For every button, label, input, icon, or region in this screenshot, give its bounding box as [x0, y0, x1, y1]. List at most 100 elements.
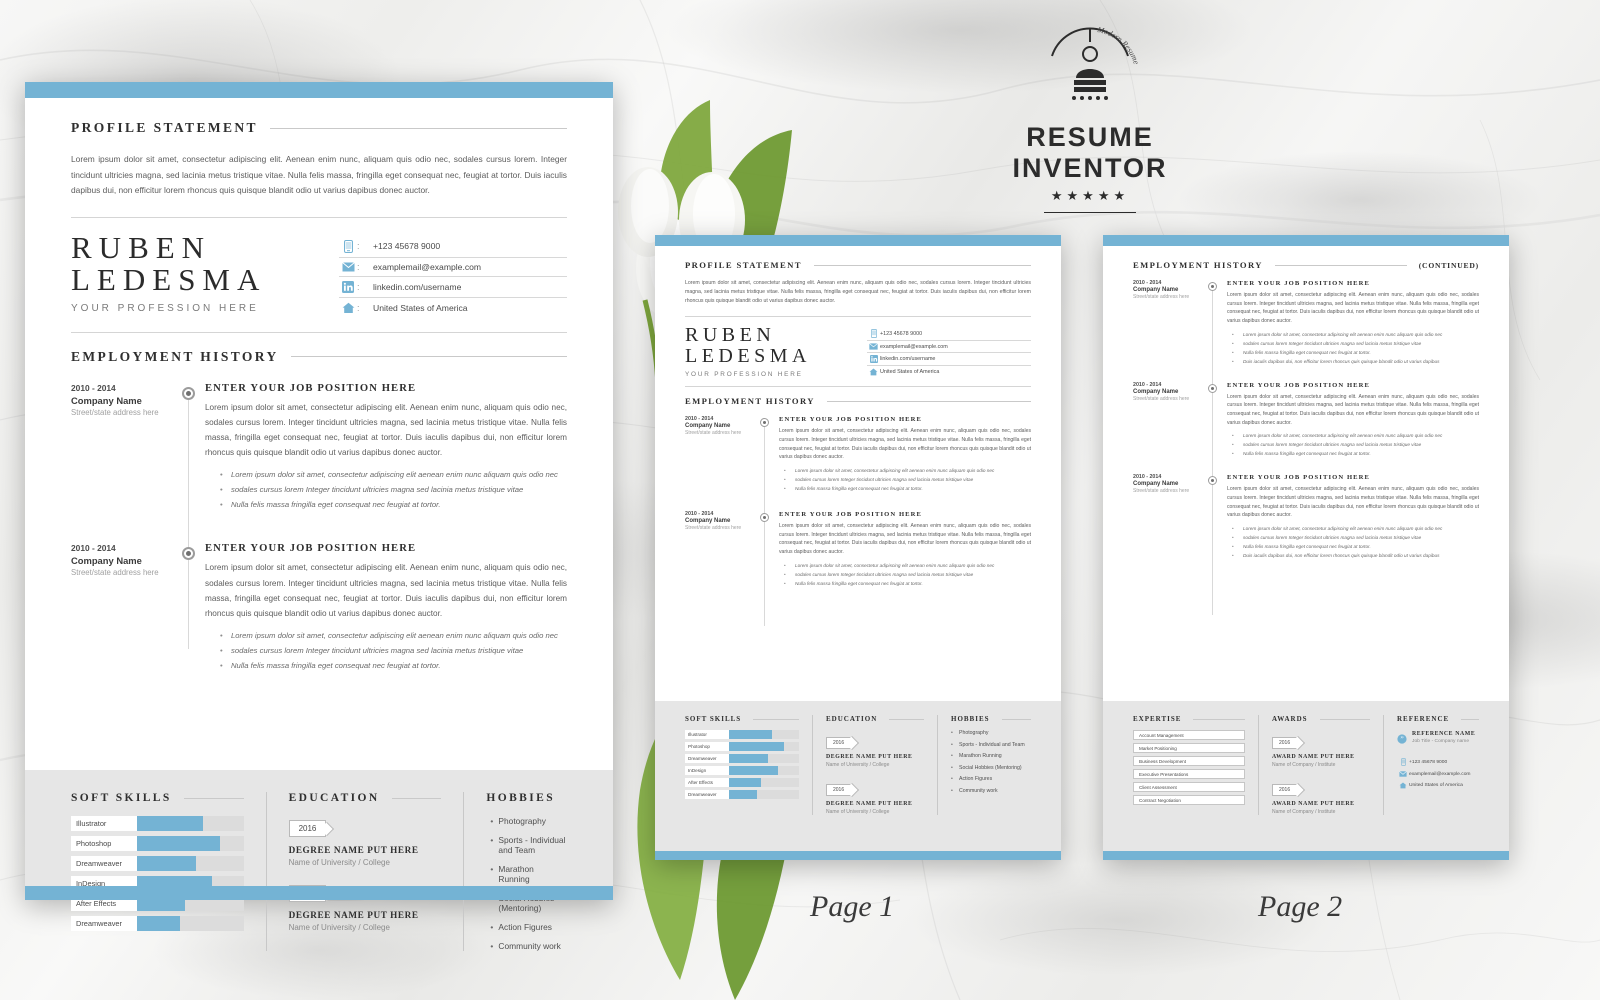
job-entry: 2010 - 2014 Company Name Street/state ad…: [1133, 474, 1479, 558]
skill-bar: [137, 836, 244, 851]
education-column: EDUCATION 2016 DEGREE NAME PUT HERE Name…: [826, 715, 924, 815]
continued-label: (CONTINUED): [1418, 260, 1479, 270]
contact-list: : +123 45678 9000 : examplemail@example.…: [339, 232, 567, 318]
award-title: AWARD NAME PUT HERE: [1272, 754, 1355, 760]
soft-skills-column: SOFT SKILLS Illustrator Photoshop Dreamw…: [685, 715, 799, 815]
skill-bar: [137, 916, 244, 931]
column-divider: [1383, 715, 1384, 815]
resume-page-1: PROFILE STATEMENT Lorem ipsum dolor sit …: [655, 235, 1061, 860]
page1-employment-title: EMPLOYMENT HISTORY: [685, 396, 815, 407]
award-year-tag: 2016: [1272, 784, 1298, 796]
page2-bottom-accent-bar: [1103, 851, 1509, 860]
page1-bottom-band: SOFT SKILLS Illustrator Photoshop Dreamw…: [655, 701, 1061, 851]
logo-stars: ★★★★★: [1050, 188, 1130, 203]
bullet-item: sodales cursus lorem Integer tincidunt u…: [1232, 442, 1479, 447]
header-rule: [269, 127, 567, 129]
skill-bar: [729, 766, 799, 775]
job-bullets: Lorem ipsum dolor sit amet, consectetur …: [784, 468, 1031, 491]
skill-name: Photoshop: [71, 836, 137, 851]
page2-content: EMPLOYMENT HISTORY (CONTINUED) 2010 - 20…: [1103, 246, 1509, 615]
job-title: ENTER YOUR JOB POSITION HERE: [1227, 280, 1371, 287]
contact-separator: :: [357, 302, 360, 313]
job-description: Lorem ipsum dolor sit amet, consectetur …: [205, 402, 567, 458]
job-bullets: Lorem ipsum dolor sit amet, consectetur …: [220, 631, 567, 670]
job-address: Street/state address here: [1133, 395, 1190, 402]
timeline-dot: [1208, 383, 1217, 393]
reference-contact-row: examplemail@example.com: [1397, 771, 1479, 777]
header-rule: [753, 718, 799, 720]
hobby-item: Marathon Running: [490, 864, 567, 884]
contact-separator: :: [357, 281, 360, 292]
job-years: 2010 - 2014: [1133, 280, 1162, 286]
contact-value-linkedin[interactable]: linkedin.com/username: [880, 356, 935, 362]
education-title: EDUCATION: [826, 715, 878, 723]
reference-phone[interactable]: +123 45678 9000: [1409, 760, 1447, 765]
job-meta: 2010 - 2014 Company Name Street/state ad…: [685, 511, 757, 586]
contact-value-linkedin[interactable]: linkedin.com/username: [373, 282, 461, 292]
education-degree: DEGREE NAME PUT HERE: [288, 910, 419, 920]
contact-value-location[interactable]: United States of America: [373, 303, 468, 313]
bullet-item: sodales cursus lorem Integer tincidunt u…: [784, 572, 1031, 577]
contact-row: United States of America: [867, 366, 1031, 378]
award-entry: 2016 AWARD NAME PUT HERE Name of Company…: [1272, 731, 1370, 768]
logo-title: RESUME INVENTOR: [1012, 122, 1168, 183]
education-entry: 2016 DEGREE NAME PUT HERE Name of Univer…: [826, 778, 924, 815]
home-icon: [867, 368, 880, 376]
contact-value-email[interactable]: examplemail@example.com: [880, 344, 948, 350]
contact-row: : linkedin.com/username: [339, 277, 567, 298]
reference-name: REFERENCE NAME: [1412, 731, 1476, 737]
bullet-item: Lorem ipsum dolor sit amet, consectetur …: [1232, 433, 1479, 438]
hobbies-column: HOBBIES Photography Sports - Individual …: [951, 715, 1031, 815]
header-rule: [1461, 718, 1479, 720]
email-icon: [1397, 771, 1409, 777]
reference-person: ” REFERENCE NAME Job Title - Company nam…: [1397, 731, 1479, 749]
contact-separator: :: [357, 261, 360, 272]
job-bullets: Lorem ipsum dolor sit amet, consectetur …: [784, 563, 1031, 586]
contact-value-email[interactable]: examplemail@example.com: [373, 262, 481, 272]
hobby-item: Photography: [490, 816, 567, 826]
employment-section-header: EMPLOYMENT HISTORY: [71, 349, 567, 365]
education-year-tag: 2016: [826, 784, 852, 796]
email-icon: [339, 261, 357, 272]
awards-title: AWARDS: [1272, 715, 1308, 723]
job-description: Lorem ipsum dolor sit amet, consectetur …: [1227, 393, 1479, 426]
expertise-item: Business Development: [1133, 756, 1245, 766]
award-year-tag: 2016: [1272, 737, 1298, 749]
contact-row: +123 45678 9000: [867, 327, 1031, 342]
hobby-list: Photography Sports - Individual and Team…: [486, 816, 567, 951]
page1-employment-header: EMPLOYMENT HISTORY: [685, 396, 1031, 406]
contact-value-phone[interactable]: +123 45678 9000: [373, 241, 440, 251]
page1-last-name: LEDESMA: [685, 345, 811, 368]
skill-row: InDesign: [685, 766, 799, 775]
reference-email[interactable]: examplemail@example.com: [1409, 772, 1471, 777]
job-years: 2010 - 2014: [685, 510, 714, 517]
soft-skills-header: SOFT SKILLS: [685, 715, 799, 723]
bullet-item: Lorem ipsum dolor sit amet, consectetur …: [220, 631, 567, 640]
contact-value-location[interactable]: United States of America: [880, 369, 939, 375]
skill-bar: [729, 730, 799, 739]
job-address: Street/state address here: [685, 524, 742, 531]
job-title: ENTER YOUR JOB POSITION HERE: [1227, 381, 1371, 389]
job-entry: 2010 - 2014 Company Name Street/state ad…: [71, 383, 567, 510]
job-title: ENTER YOUR JOB POSITION HERE: [779, 416, 923, 424]
reference-location[interactable]: United States of America: [1409, 783, 1463, 788]
bullet-item: Lorem ipsum dolor sit amet, consectetur …: [1232, 526, 1479, 531]
column-divider: [937, 715, 938, 815]
education-year-tag: 2016: [826, 737, 852, 749]
page1-name-block: RUBEN LEDESMA YOUR PROFESSION HERE: [685, 325, 867, 379]
skill-list: Illustrator Photoshop Dreamweaver InDesi…: [71, 816, 244, 931]
page1-profile-header: PROFILE STATEMENT: [685, 260, 1031, 270]
job-years: 2010 - 2014: [1133, 381, 1162, 388]
page2-label: Page 2: [1258, 890, 1343, 923]
bullet-item: sodales cursus lorem Integer tincidunt u…: [1232, 341, 1479, 346]
skill-name: Dreamweaver: [685, 754, 729, 763]
award-org: Name of Company / Institute: [1272, 762, 1336, 768]
contact-value-phone[interactable]: +123 45678 9000: [880, 331, 922, 337]
divider: [685, 386, 1031, 388]
page-content: PROFILE STATEMENT Lorem ipsum dolor sit …: [25, 98, 613, 683]
resume-page-2: EMPLOYMENT HISTORY (CONTINUED) 2010 - 20…: [1103, 235, 1509, 860]
page1-content: PROFILE STATEMENT Lorem ipsum dolor sit …: [655, 246, 1061, 627]
bottom-grey-band: SOFT SKILLS Illustrator Photoshop Dreamw…: [25, 770, 613, 951]
identity-block: RUBEN LEDESMA YOUR PROFESSION HERE : +12…: [71, 231, 567, 318]
job-company: Company Name: [685, 423, 731, 430]
